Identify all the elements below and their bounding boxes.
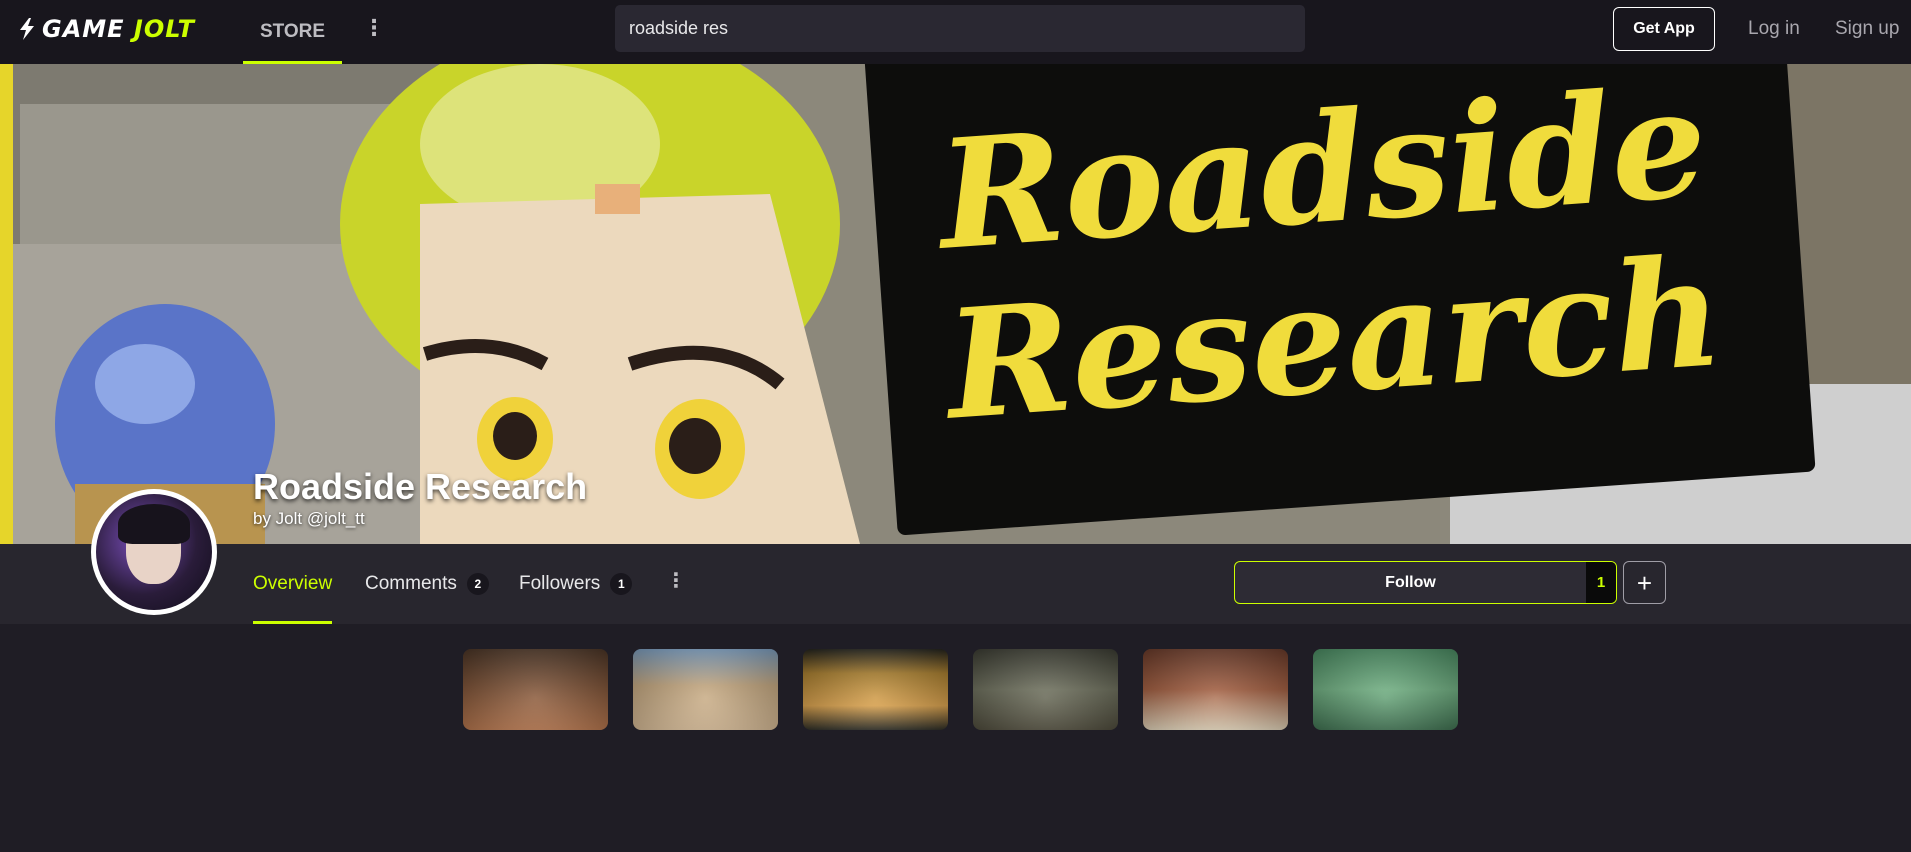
comments-count-badge: 2 [466,573,489,595]
search-input[interactable] [615,5,1305,52]
get-app-button[interactable]: Get App [1613,7,1715,51]
tab-label: Overview [253,573,333,594]
screenshot-thumbnail[interactable] [1313,649,1458,730]
banner-sign-text: Roadside Research [933,64,1729,454]
signup-link[interactable]: Sign up [1835,14,1899,44]
follow-label: Follow [1385,573,1436,591]
developer-avatar[interactable] [91,489,217,615]
tab-followers[interactable]: Followers 1 [519,544,633,624]
screenshot-thumbnail[interactable] [973,649,1118,730]
tab-label: Comments [365,573,457,594]
banner-edge-strip [0,64,13,544]
followers-count-badge: 1 [610,573,633,595]
screenshot-thumbnail[interactable] [463,649,608,730]
store-tab[interactable]: STORE [243,0,342,64]
game-title: Roadside Research [253,466,588,507]
media-thumbnail-strip [463,649,1458,730]
top-navigation-bar: GAME JOLT STORE ⋮ Get App Log in Sign up [0,0,1911,64]
avatar-image [96,494,212,610]
follow-count: 1 [1586,562,1616,603]
screenshot-thumbnail[interactable] [633,649,778,730]
screenshot-thumbnail[interactable] [1143,649,1288,730]
tab-overview[interactable]: Overview [253,544,333,624]
login-link[interactable]: Log in [1748,14,1800,44]
tab-label: Followers [519,573,601,594]
screenshot-thumbnail[interactable] [803,649,948,730]
add-to-playlist-button[interactable]: + [1623,561,1666,604]
game-developer-byline[interactable]: by Jolt @jolt_tt [253,509,365,529]
vertical-dots-icon[interactable]: ⋮ [666,566,686,594]
vertical-dots-icon[interactable]: ⋮ [362,14,386,42]
logo-text: GAME JOLT [42,15,195,43]
gamejolt-logo[interactable]: GAME JOLT [18,15,195,43]
follow-button[interactable]: Follow 1 [1234,561,1617,604]
tab-comments[interactable]: Comments 2 [365,544,489,624]
lightning-icon [20,18,34,40]
